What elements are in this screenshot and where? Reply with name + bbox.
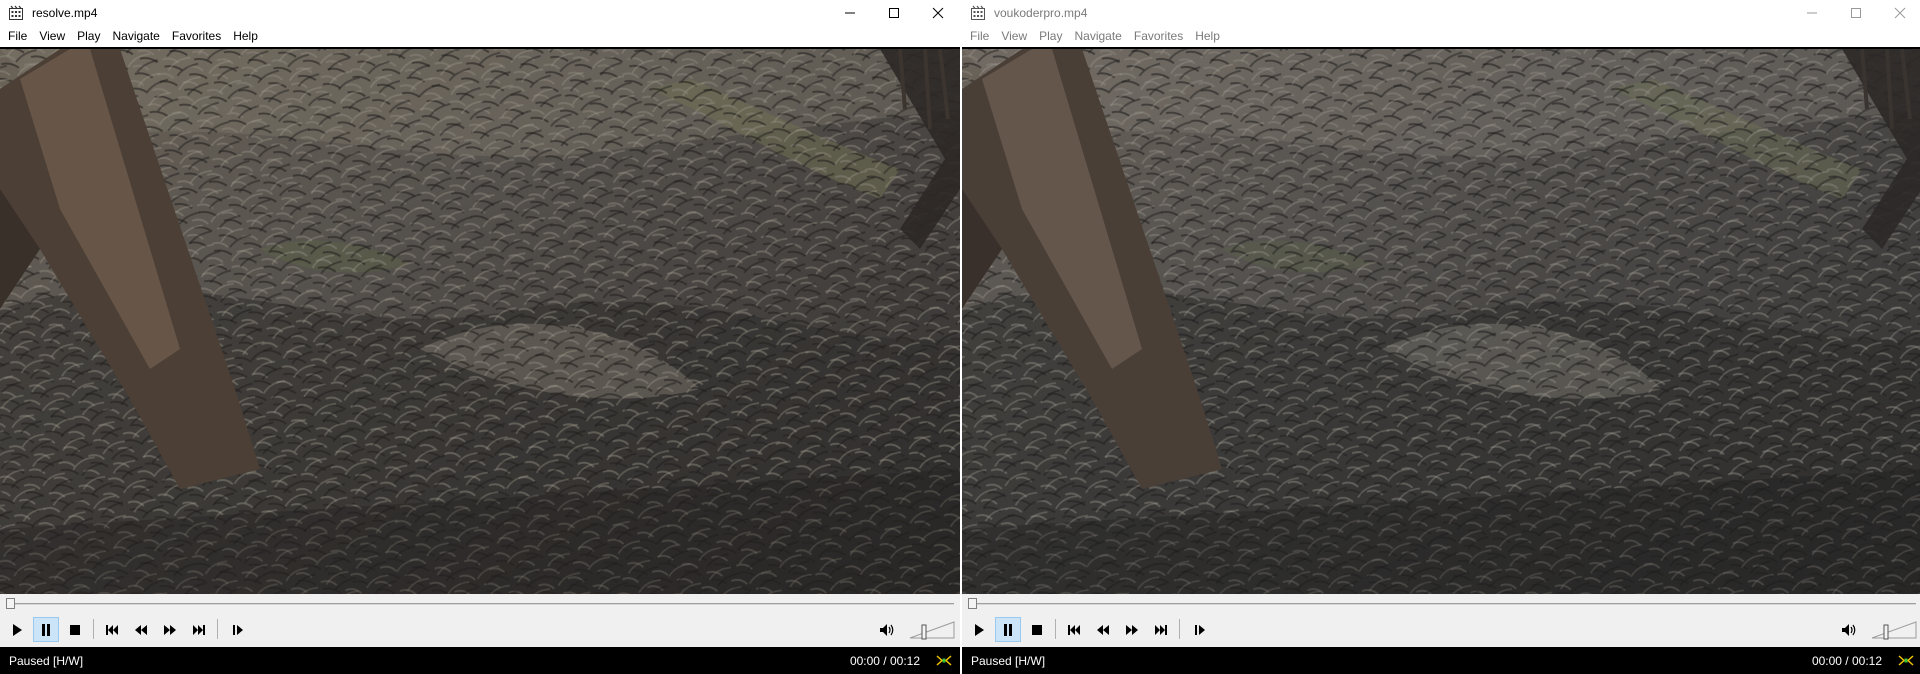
menu-bar: File View Play Navigate Favorites Help: [0, 25, 960, 47]
menu-navigate[interactable]: Navigate: [1068, 25, 1127, 47]
time-display[interactable]: 00:00 / 00:12: [1812, 654, 1882, 668]
player-window-right: voukoderpro.mp4 File View Play Navigate …: [962, 0, 1920, 674]
close-icon: [1894, 7, 1906, 18]
maximize-button[interactable]: [1834, 0, 1878, 25]
rewind-button[interactable]: [1090, 617, 1116, 642]
rewind-button[interactable]: [128, 617, 154, 642]
window-title: voukoderpro.mp4: [994, 5, 1088, 20]
close-button[interactable]: [1878, 0, 1920, 25]
video-frame-forest-floor: [962, 49, 1920, 594]
pause-button[interactable]: [995, 617, 1021, 642]
menu-navigate[interactable]: Navigate: [106, 25, 165, 47]
seek-thumb[interactable]: [6, 598, 15, 609]
media-player-icon: [9, 5, 23, 20]
maximize-icon: [889, 7, 899, 18]
play-icon: [975, 623, 984, 636]
play-button[interactable]: [966, 617, 992, 642]
menu-help[interactable]: Help: [1189, 25, 1226, 47]
minimize-button[interactable]: [1790, 0, 1834, 25]
control-separator: [1055, 619, 1056, 639]
skip-forward-icon: [1155, 624, 1167, 635]
title-bar[interactable]: voukoderpro.mp4: [962, 0, 1920, 25]
hardware-decoder-icon: [1898, 655, 1914, 666]
menu-play[interactable]: Play: [1033, 25, 1068, 47]
playback-controls: [0, 611, 960, 647]
title-bar[interactable]: resolve.mp4: [0, 0, 960, 25]
menu-bar: File View Play Navigate Favorites Help: [962, 25, 1920, 47]
skip-back-icon: [106, 624, 118, 635]
stop-icon: [70, 624, 80, 635]
pause-button[interactable]: [33, 617, 59, 642]
frame-step-button[interactable]: [225, 617, 251, 642]
status-bar: Paused [H/W] 00:00 / 00:12: [962, 647, 1920, 674]
frame-step-icon: [233, 624, 243, 635]
menu-favorites[interactable]: Favorites: [166, 25, 227, 47]
seek-track[interactable]: [6, 603, 954, 605]
minimize-button[interactable]: [828, 0, 872, 25]
video-frame-forest-floor: [0, 49, 960, 594]
control-separator: [93, 619, 94, 639]
close-button[interactable]: [916, 0, 960, 25]
stop-button[interactable]: [62, 617, 88, 642]
play-button[interactable]: [4, 617, 30, 642]
window-title: resolve.mp4: [32, 5, 98, 20]
rewind-icon: [1097, 624, 1109, 635]
maximize-icon: [1851, 7, 1861, 18]
video-display[interactable]: [962, 47, 1920, 594]
playback-status: Paused [H/W]: [971, 654, 1046, 668]
seek-bar[interactable]: [0, 594, 960, 611]
rewind-icon: [135, 624, 147, 635]
play-icon: [13, 623, 22, 636]
volume-slider[interactable]: [908, 616, 956, 642]
playback-status: Paused [H/W]: [9, 654, 84, 668]
pause-icon: [42, 623, 50, 636]
skip-forward-button[interactable]: [186, 617, 212, 642]
time-display[interactable]: 00:00 / 00:12: [850, 654, 920, 668]
video-display[interactable]: [0, 47, 960, 594]
volume-icon: [880, 623, 894, 636]
skip-back-icon: [1068, 624, 1080, 635]
stop-icon: [1032, 624, 1042, 635]
menu-favorites[interactable]: Favorites: [1128, 25, 1189, 47]
minimize-icon: [1807, 12, 1817, 13]
status-bar: Paused [H/W] 00:00 / 00:12: [0, 647, 960, 674]
frame-step-icon: [1195, 624, 1205, 635]
fast-forward-button[interactable]: [1119, 617, 1145, 642]
stop-button[interactable]: [1024, 617, 1050, 642]
skip-forward-button[interactable]: [1148, 617, 1174, 642]
skip-back-button[interactable]: [99, 617, 125, 642]
volume-button[interactable]: [874, 617, 900, 642]
playback-controls: [962, 611, 1920, 647]
fast-forward-icon: [1126, 624, 1138, 635]
minimize-icon: [845, 12, 855, 13]
volume-icon: [1842, 623, 1856, 636]
maximize-button[interactable]: [872, 0, 916, 25]
fast-forward-button[interactable]: [157, 617, 183, 642]
control-separator: [217, 619, 218, 639]
skip-forward-icon: [193, 624, 205, 635]
menu-view[interactable]: View: [33, 25, 71, 47]
menu-file[interactable]: File: [2, 25, 33, 47]
menu-play[interactable]: Play: [71, 25, 106, 47]
close-icon: [932, 7, 944, 18]
skip-back-button[interactable]: [1061, 617, 1087, 642]
seek-thumb[interactable]: [968, 598, 977, 609]
seek-bar[interactable]: [962, 594, 1920, 611]
menu-help[interactable]: Help: [227, 25, 264, 47]
menu-view[interactable]: View: [995, 25, 1033, 47]
volume-slider[interactable]: [1870, 616, 1918, 642]
hardware-decoder-icon: [936, 655, 952, 666]
frame-step-button[interactable]: [1187, 617, 1213, 642]
fast-forward-icon: [164, 624, 176, 635]
player-window-left: resolve.mp4 File View Play Navigate Favo…: [0, 0, 960, 674]
pause-icon: [1004, 623, 1012, 636]
media-player-icon: [971, 5, 985, 20]
seek-track[interactable]: [968, 603, 1916, 605]
control-separator: [1179, 619, 1180, 639]
menu-file[interactable]: File: [964, 25, 995, 47]
volume-button[interactable]: [1836, 617, 1862, 642]
